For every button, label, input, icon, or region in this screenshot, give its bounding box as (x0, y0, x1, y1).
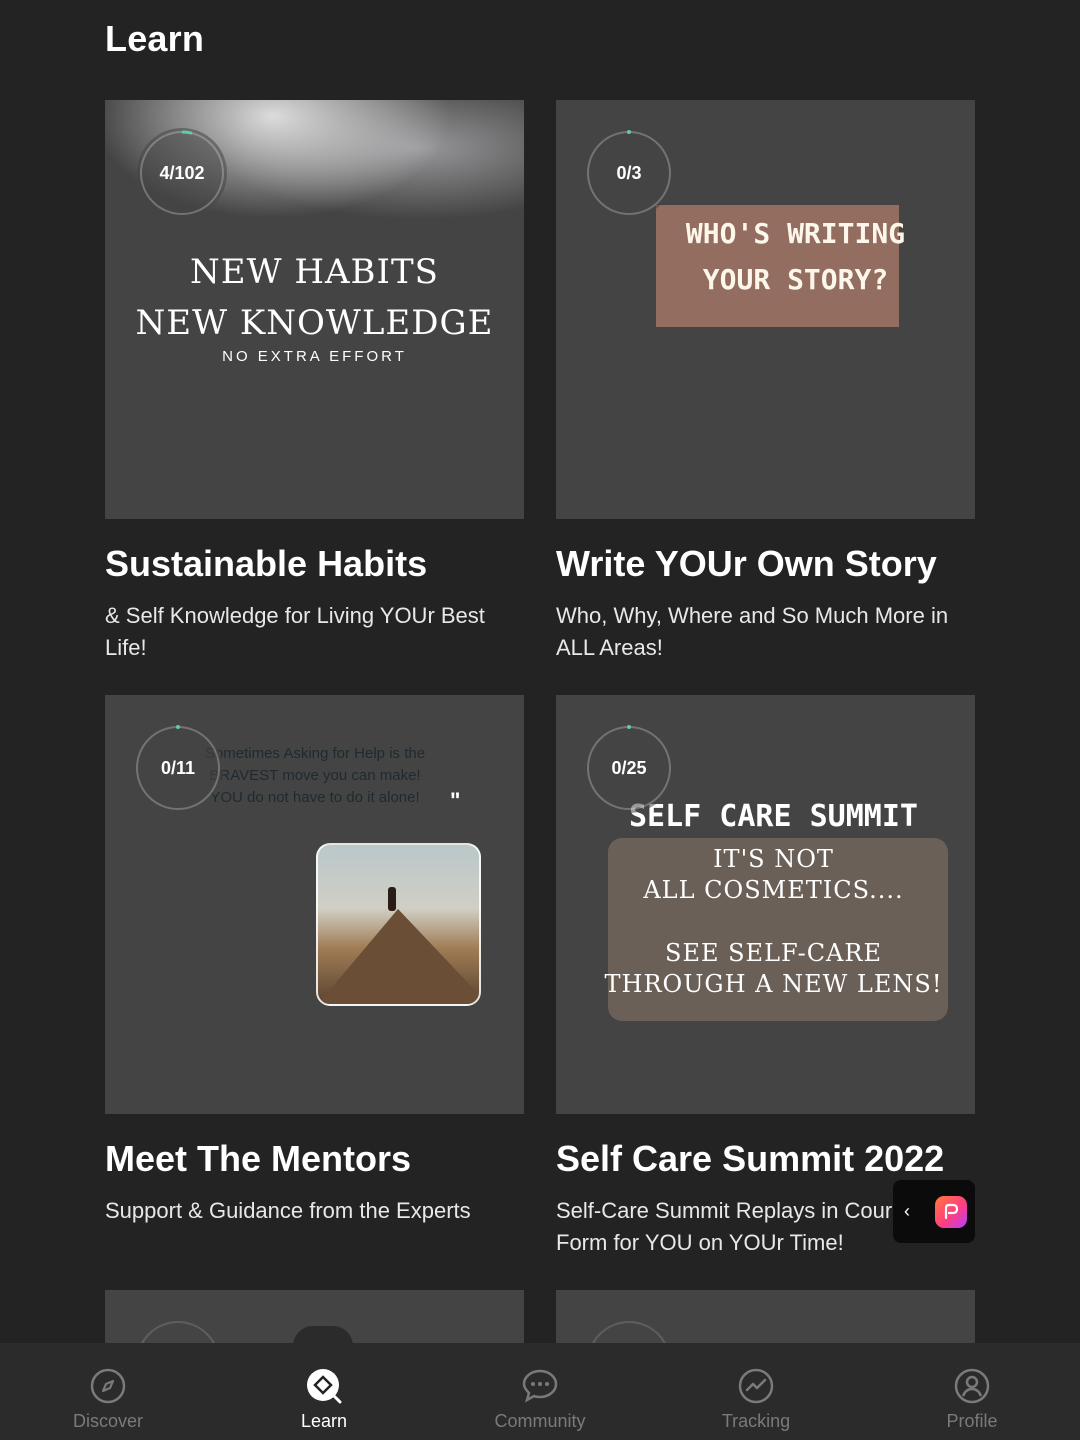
progress-ring-graphic (592, 1321, 666, 1343)
course-title[interactable]: Write YOUr Own Story (556, 543, 937, 585)
thumb-text-line: NEW HABITS (190, 252, 439, 292)
nav-item-community[interactable]: Community (432, 1343, 648, 1440)
thumb-text-line: ALL COSMETICS.... (643, 876, 904, 904)
course-title[interactable]: Meet The Mentors (105, 1138, 411, 1180)
progress-ring: 0/25 (584, 723, 674, 813)
course-card-partial[interactable] (556, 1290, 975, 1343)
learn-page: Learn NEW HABITS NEW KNOWLEDGE NO EXTRA … (0, 0, 1080, 1440)
progress-label: 0/25 (611, 757, 647, 778)
course-card-meet-the-mentors[interactable]: Sometimes Asking for Help is the BRAVEST… (105, 695, 524, 1223)
nav-label: Tracking (721, 1411, 791, 1431)
progress-ring-graphic (141, 1321, 215, 1343)
course-thumbnail[interactable]: WHO'S WRITING YOUR STORY? 0/3 (556, 100, 975, 519)
course-thumbnail[interactable] (556, 1290, 975, 1343)
learn-icon (307, 1369, 342, 1404)
nav-label: Discover (72, 1411, 143, 1431)
nav-item-tracking[interactable]: Tracking (648, 1343, 864, 1440)
app-badge-icon[interactable] (935, 1195, 967, 1228)
thumb-text-line: YOUR STORY? (702, 263, 889, 296)
collapse-chevron-icon[interactable]: ‹ (893, 1201, 921, 1222)
nav-item-learn[interactable]: Learn (216, 1343, 432, 1440)
course-description: & Self Knowledge for Living YOUr Best Li… (105, 603, 485, 660)
progress-ring: 4/102 (137, 128, 227, 218)
course-title[interactable]: Sustainable Habits (105, 543, 427, 585)
thumb-text-line: WHO'S WRITING (685, 217, 906, 250)
chat-bubble-icon (522, 1369, 558, 1403)
progress-label: 0/11 (160, 757, 196, 778)
course-description: Support & Guidance from the Experts (105, 1198, 471, 1223)
floating-app-widget[interactable]: ‹ (893, 1180, 975, 1243)
nav-label: Profile (946, 1411, 998, 1431)
progress-label: 4/102 (159, 162, 205, 183)
nav-item-discover[interactable]: Discover (0, 1343, 216, 1440)
course-card-sustainable-habits[interactable]: NEW HABITS NEW KNOWLEDGE NO EXTRA EFFORT… (105, 100, 524, 660)
course-thumbnail[interactable]: NEW HABITS NEW KNOWLEDGE NO EXTRA EFFORT… (105, 100, 524, 519)
nav-label: Learn (300, 1411, 348, 1431)
thumb-text-line: SEE SELF-CARE (665, 939, 882, 967)
tracking-icon (738, 1368, 774, 1404)
course-card-self-care-summit[interactable]: SELF CARE SUMMIT IT'S NOT ALL COSMETICS.… (556, 695, 975, 1255)
thumb-text-line: NEW KNOWLEDGE (135, 303, 494, 343)
progress-label: 0/3 (616, 162, 642, 183)
progress-ring: 0/11 (133, 723, 223, 813)
course-title[interactable]: Self Care Summit 2022 (556, 1138, 944, 1180)
course-thumbnail[interactable]: SELF CARE SUMMIT IT'S NOT ALL COSMETICS.… (556, 695, 975, 1114)
thumb-text-line: YOU do not have to do it alone! (210, 789, 420, 806)
course-card-write-your-own-story[interactable]: WHO'S WRITING YOUR STORY? 0/3 Write YOUr… (556, 100, 975, 660)
quote-mark: " (450, 788, 461, 813)
profile-icon (954, 1368, 990, 1404)
bottom-navigation: Discover Learn Community Tracking Profil… (0, 1343, 1080, 1440)
progress-ring: 0/3 (584, 128, 674, 218)
compass-icon (90, 1368, 126, 1404)
inset-photo (316, 843, 481, 1006)
thumb-text-line: THROUGH A NEW LENS! (604, 970, 943, 998)
thumb-text-line: NO EXTRA EFFORT (222, 348, 407, 365)
nav-item-profile[interactable]: Profile (864, 1343, 1080, 1440)
thumb-text-line: Sometimes Asking for Help is the BRAVEST… (204, 745, 426, 784)
course-thumbnail[interactable]: Sometimes Asking for Help is the BRAVEST… (105, 695, 524, 1114)
course-description: Who, Why, Where and So Much More in ALL … (556, 603, 949, 660)
mountain-peak-shape (318, 909, 479, 1004)
thumb-quote: Sometimes Asking for Help is the BRAVEST… (200, 743, 430, 809)
nav-label: Community (494, 1411, 586, 1431)
page-title: Learn (105, 18, 205, 59)
person-silhouette (388, 887, 396, 911)
thumb-text-line: IT'S NOT (713, 845, 834, 873)
